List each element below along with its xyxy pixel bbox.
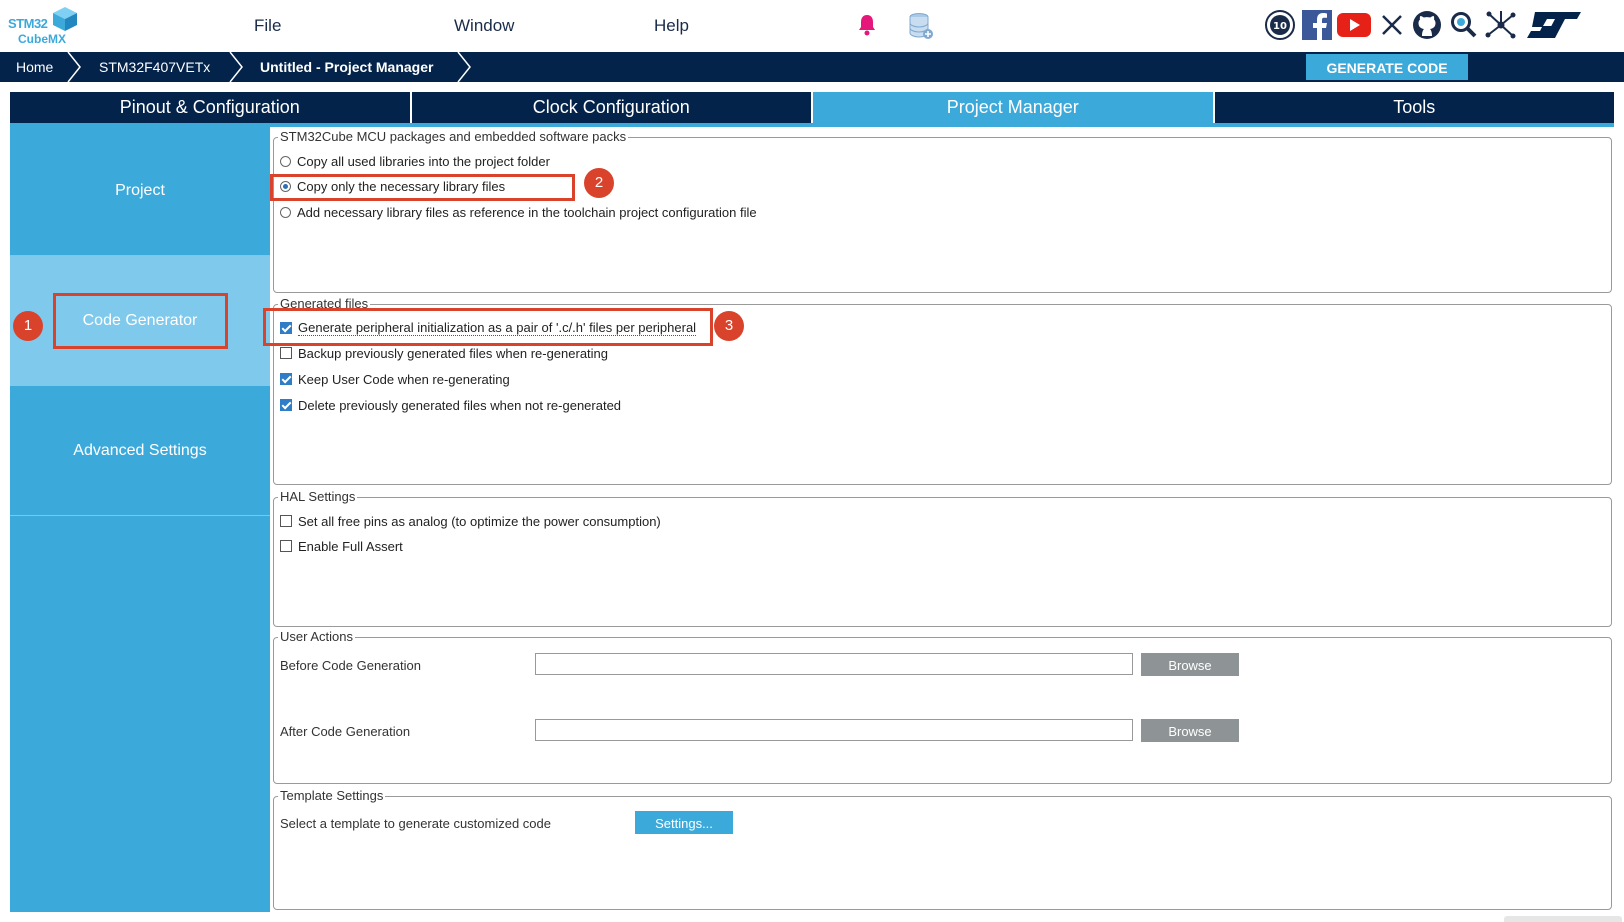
network-icon[interactable] (1484, 8, 1518, 42)
radio-reference[interactable] (280, 206, 291, 218)
youtube-icon[interactable] (1337, 8, 1371, 42)
left-nav: Project Code Generator Advanced Settings (10, 127, 270, 912)
cube-icon (53, 7, 77, 31)
template-settings-panel: Template Settings Select a template to g… (273, 788, 1612, 910)
tab-clock-configuration[interactable]: Clock Configuration (411, 92, 813, 123)
packs-option-reference-label: Add necessary library files as reference… (297, 204, 757, 220)
hal-option-full-assert-label: Enable Full Assert (298, 538, 403, 554)
hal-settings-panel-title: HAL Settings (278, 489, 358, 504)
anniversary-10-icon[interactable]: 10 (1263, 8, 1297, 42)
nav-item-advanced-settings[interactable]: Advanced Settings (10, 387, 270, 516)
svg-text:10: 10 (1273, 21, 1287, 32)
before-browse-button[interactable]: Browse (1141, 653, 1239, 676)
gen-option-keep-user-code[interactable]: Keep User Code when re-generating (280, 370, 510, 388)
nav-item-project[interactable]: Project (10, 127, 270, 256)
tab-pinout-configuration[interactable]: Pinout & Configuration (10, 92, 412, 123)
main-tabs: Pinout & Configuration Clock Configurati… (10, 92, 1614, 123)
breadcrumb-home[interactable]: Home (16, 52, 53, 82)
packs-option-copy-all-label: Copy all used libraries into the project… (297, 153, 550, 169)
checkbox-backup[interactable] (280, 347, 292, 359)
user-actions-panel: User Actions Before Code Generation Brow… (273, 629, 1612, 784)
packs-option-reference[interactable]: Add necessary library files as reference… (280, 203, 757, 221)
before-code-generation-input[interactable] (535, 653, 1133, 675)
gen-option-delete-previous-label: Delete previously generated files when n… (298, 397, 622, 413)
checkbox-keep-user-code[interactable] (280, 373, 292, 385)
menu-file[interactable]: File (254, 16, 281, 36)
menu-help[interactable]: Help (654, 16, 689, 36)
x-icon[interactable] (1375, 8, 1409, 42)
step-badge-3: 3 (714, 311, 744, 341)
menu-window[interactable]: Window (454, 16, 514, 36)
github-icon[interactable] (1410, 8, 1444, 42)
template-label: Select a template to generate customized… (280, 816, 551, 831)
hal-option-free-pins-analog-label: Set all free pins as analog (to optimize… (298, 513, 661, 529)
scrollbar-stub[interactable] (1504, 916, 1622, 922)
template-settings-panel-title: Template Settings (278, 788, 386, 803)
radio-copy-all[interactable] (280, 155, 291, 167)
breadcrumb-chevron-icon (457, 52, 471, 82)
tab-tools[interactable]: Tools (1214, 92, 1614, 123)
database-icon[interactable] (908, 12, 934, 40)
checkbox-full-assert[interactable] (280, 540, 292, 552)
template-settings-button[interactable]: Settings... (635, 811, 733, 834)
gen-option-keep-user-code-label: Keep User Code when re-generating (298, 371, 510, 387)
after-browse-button[interactable]: Browse (1141, 719, 1239, 742)
breadcrumb-chevron-icon (229, 52, 243, 82)
after-code-generation-label: After Code Generation (280, 724, 411, 739)
stm32cubemx-logo: STM32 CubeMX (8, 4, 80, 48)
packs-panel: STM32Cube MCU packages and embedded soft… (273, 129, 1612, 293)
facebook-icon[interactable] (1300, 8, 1334, 42)
breadcrumb-current[interactable]: Untitled - Project Manager (260, 52, 433, 82)
gen-option-backup-label: Backup previously generated files when r… (298, 345, 609, 361)
generate-code-button[interactable]: GENERATE CODE (1306, 54, 1468, 80)
hal-settings-panel: HAL Settings Set all free pins as analog… (273, 489, 1612, 627)
checkbox-delete-previous[interactable] (280, 399, 292, 411)
hal-option-full-assert[interactable]: Enable Full Assert (280, 537, 403, 555)
top-bar: STM32 CubeMX File Window Help 10 (0, 0, 1624, 52)
community-search-icon[interactable] (1447, 8, 1481, 42)
packs-option-copy-all[interactable]: Copy all used libraries into the project… (280, 152, 550, 170)
packs-panel-title: STM32Cube MCU packages and embedded soft… (278, 129, 629, 144)
logo-text-line2: CubeMX (18, 32, 66, 46)
breadcrumb-device[interactable]: STM32F407VETx (99, 52, 210, 82)
logo-text-line1: STM32 (8, 16, 48, 31)
step-badge-1: 1 (13, 311, 43, 341)
highlight-box-code-generator (53, 293, 228, 349)
checkbox-free-pins-analog[interactable] (280, 515, 292, 527)
before-code-generation-label: Before Code Generation (280, 658, 421, 673)
after-code-generation-input[interactable] (535, 719, 1133, 741)
gen-option-backup[interactable]: Backup previously generated files when r… (280, 344, 608, 362)
tab-project-manager[interactable]: Project Manager (813, 92, 1215, 123)
bell-icon[interactable] (857, 14, 877, 36)
breadcrumb-chevron-icon (67, 52, 81, 82)
step-badge-2: 2 (584, 168, 614, 198)
st-logo-icon[interactable] (1524, 8, 1584, 42)
highlight-box-copy-necessary (270, 174, 575, 201)
gen-option-delete-previous[interactable]: Delete previously generated files when n… (280, 396, 621, 414)
highlight-box-pair-files (263, 308, 713, 346)
user-actions-panel-title: User Actions (278, 629, 355, 644)
hal-option-free-pins-analog[interactable]: Set all free pins as analog (to optimize… (280, 512, 661, 530)
